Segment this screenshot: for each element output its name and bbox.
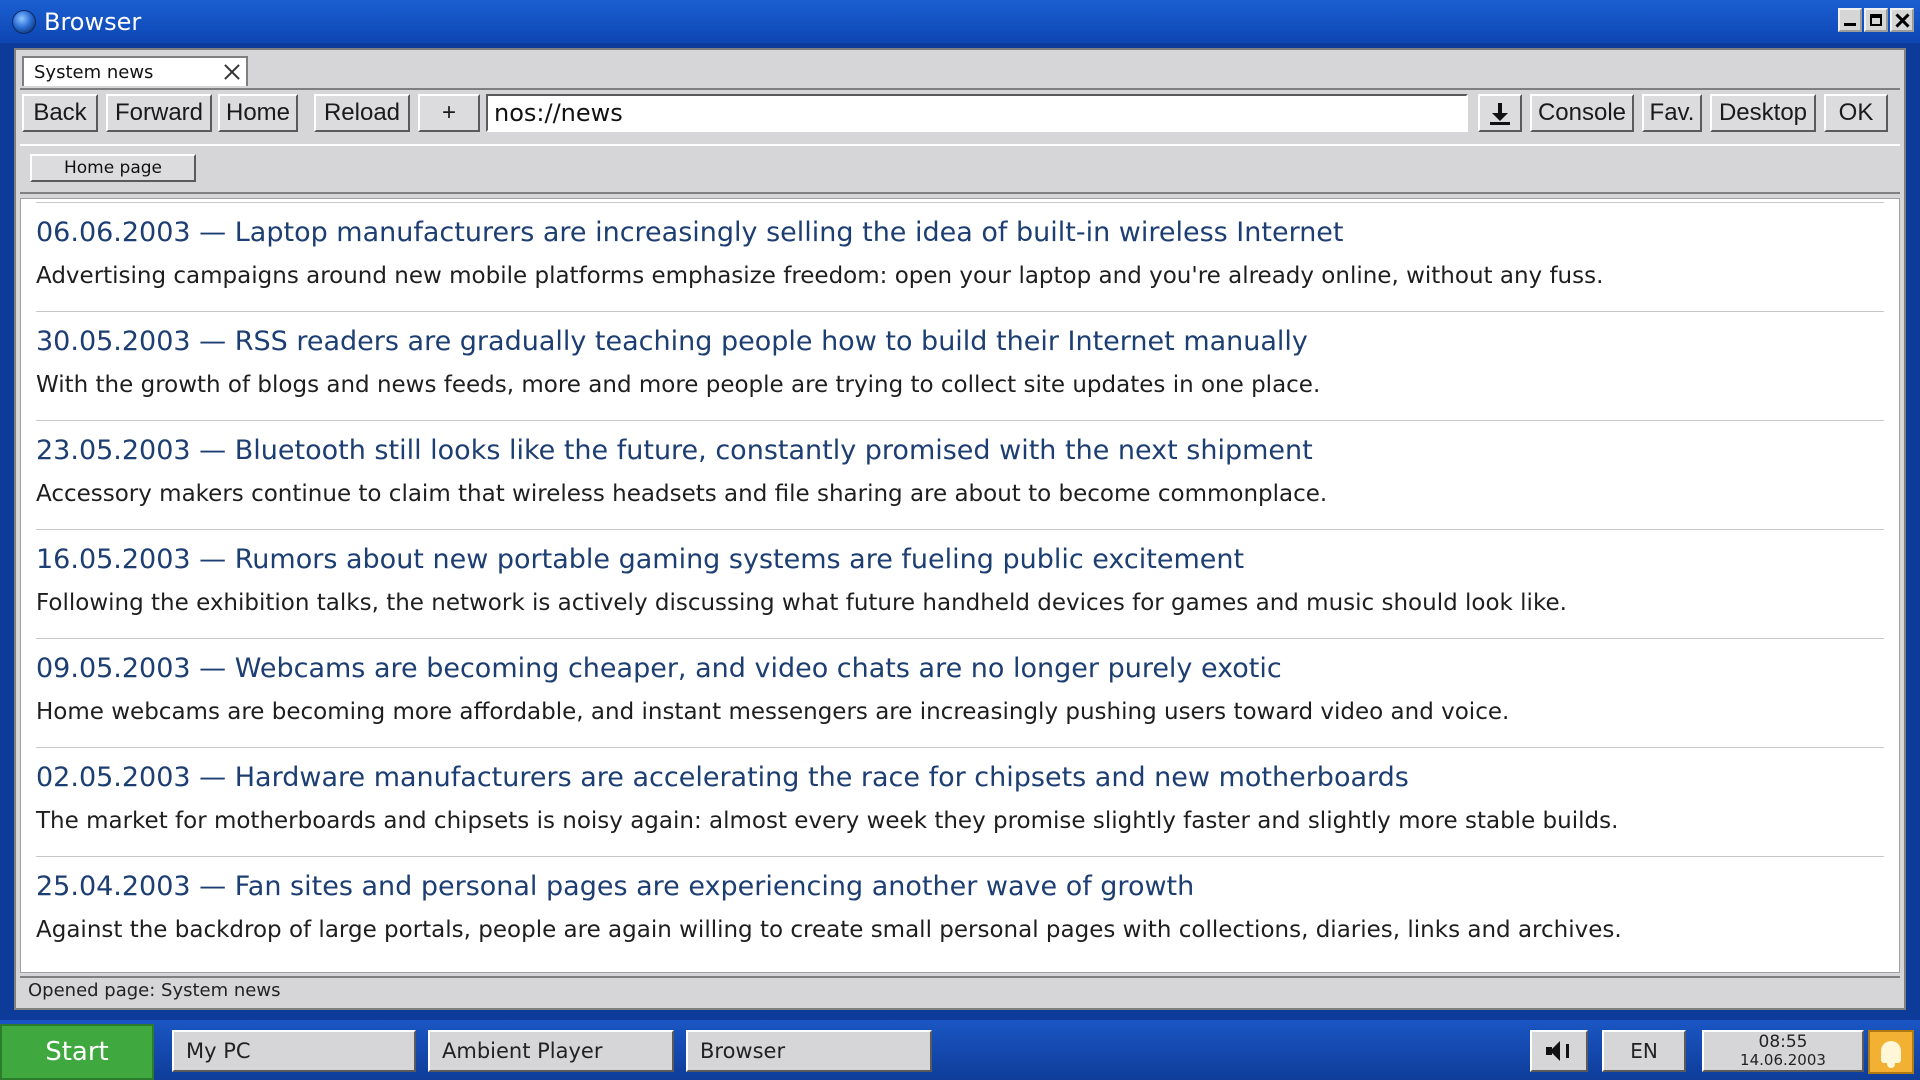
news-item: 09.05.2003 — Webcams are becoming cheape… bbox=[36, 638, 1884, 747]
browser-globe-icon bbox=[12, 9, 36, 34]
reload-button[interactable]: Reload bbox=[314, 94, 410, 132]
news-headline-link[interactable]: 09.05.2003 — Webcams are becoming cheape… bbox=[36, 653, 1282, 684]
window-title: Browser bbox=[44, 7, 142, 36]
status-bar: Opened page: System news bbox=[20, 976, 1900, 1004]
home-button[interactable]: Home bbox=[218, 94, 298, 132]
news-item: 02.05.2003 — Hardware manufacturers are … bbox=[36, 747, 1884, 856]
desktop-button[interactable]: Desktop bbox=[1710, 94, 1816, 132]
download-button[interactable] bbox=[1478, 94, 1522, 132]
navigation-toolbar: Back Forward Home Reload + Console Fav. … bbox=[22, 94, 1902, 134]
news-headline-link[interactable]: 25.04.2003 — Fan sites and personal page… bbox=[36, 871, 1194, 902]
taskbar: Start My PC Ambient Player Browser EN 08… bbox=[0, 1020, 1920, 1080]
bookmarks-bar: Home page bbox=[20, 144, 1900, 194]
back-button[interactable]: Back bbox=[22, 94, 98, 132]
bell-icon bbox=[1881, 1041, 1901, 1068]
news-summary: The market for motherboards and chipsets… bbox=[36, 808, 1619, 834]
news-headline-link[interactable]: 02.05.2003 — Hardware manufacturers are … bbox=[36, 762, 1409, 793]
close-icon[interactable] bbox=[1890, 8, 1914, 32]
address-bar[interactable] bbox=[486, 94, 1468, 132]
news-item: 30.05.2003 — RSS readers are gradually t… bbox=[36, 311, 1884, 420]
tab-close-icon[interactable] bbox=[222, 62, 242, 82]
speaker-icon bbox=[1546, 1040, 1572, 1062]
tab-strip: System news bbox=[20, 54, 1900, 90]
language-indicator[interactable]: EN bbox=[1602, 1030, 1686, 1072]
window-controls bbox=[1838, 8, 1914, 32]
news-summary: With the growth of blogs and news feeds,… bbox=[36, 372, 1321, 398]
forward-button[interactable]: Forward bbox=[106, 94, 212, 132]
console-button[interactable]: Console bbox=[1530, 94, 1634, 132]
news-summary: Accessory makers continue to claim that … bbox=[36, 481, 1328, 507]
tab-label: System news bbox=[34, 61, 154, 83]
clock-time: 08:55 bbox=[1758, 1032, 1808, 1052]
news-headline-link[interactable]: 06.06.2003 — Laptop manufacturers are in… bbox=[36, 217, 1344, 248]
favorites-button[interactable]: Fav. bbox=[1642, 94, 1702, 132]
task-ambient-player[interactable]: Ambient Player bbox=[428, 1030, 674, 1072]
news-headline-link[interactable]: 16.05.2003 — Rumors about new portable g… bbox=[36, 544, 1244, 575]
news-summary: Advertising campaigns around new mobile … bbox=[36, 263, 1604, 289]
news-headline-link[interactable]: 30.05.2003 — RSS readers are gradually t… bbox=[36, 326, 1308, 357]
clock-date: 14.06.2003 bbox=[1740, 1051, 1826, 1069]
news-summary: Following the exhibition talks, the netw… bbox=[36, 590, 1567, 616]
news-item: 16.05.2003 — Rumors about new portable g… bbox=[36, 529, 1884, 638]
browser-client-area: System news Back Forward Home Reload + C… bbox=[14, 48, 1906, 1010]
tab-system-news[interactable]: System news bbox=[22, 56, 248, 86]
bookmark-home-page[interactable]: Home page bbox=[30, 154, 196, 182]
page-content: 06.06.2003 — Laptop manufacturers are in… bbox=[20, 198, 1900, 973]
task-browser[interactable]: Browser bbox=[686, 1030, 932, 1072]
clock[interactable]: 08:55 14.06.2003 bbox=[1702, 1030, 1864, 1072]
news-item: 06.06.2003 — Laptop manufacturers are in… bbox=[36, 202, 1884, 311]
new-tab-button[interactable]: + bbox=[418, 94, 480, 132]
notifications-button[interactable] bbox=[1868, 1030, 1914, 1074]
download-icon bbox=[1490, 101, 1510, 125]
ok-button[interactable]: OK bbox=[1824, 94, 1888, 132]
title-bar[interactable]: Browser bbox=[0, 0, 1920, 43]
minimize-icon[interactable] bbox=[1838, 8, 1862, 32]
maximize-icon[interactable] bbox=[1864, 8, 1888, 32]
volume-button[interactable] bbox=[1530, 1030, 1588, 1072]
news-item: 25.04.2003 — Fan sites and personal page… bbox=[36, 856, 1884, 965]
news-item: 23.05.2003 — Bluetooth still looks like … bbox=[36, 420, 1884, 529]
news-headline-link[interactable]: 23.05.2003 — Bluetooth still looks like … bbox=[36, 435, 1313, 466]
task-my-pc[interactable]: My PC bbox=[172, 1030, 416, 1072]
news-summary: Against the backdrop of large portals, p… bbox=[36, 917, 1622, 943]
browser-window: Browser System news Back Forward Home Re… bbox=[0, 0, 1920, 1020]
news-summary: Home webcams are becoming more affordabl… bbox=[36, 699, 1510, 725]
start-button[interactable]: Start bbox=[0, 1024, 154, 1080]
